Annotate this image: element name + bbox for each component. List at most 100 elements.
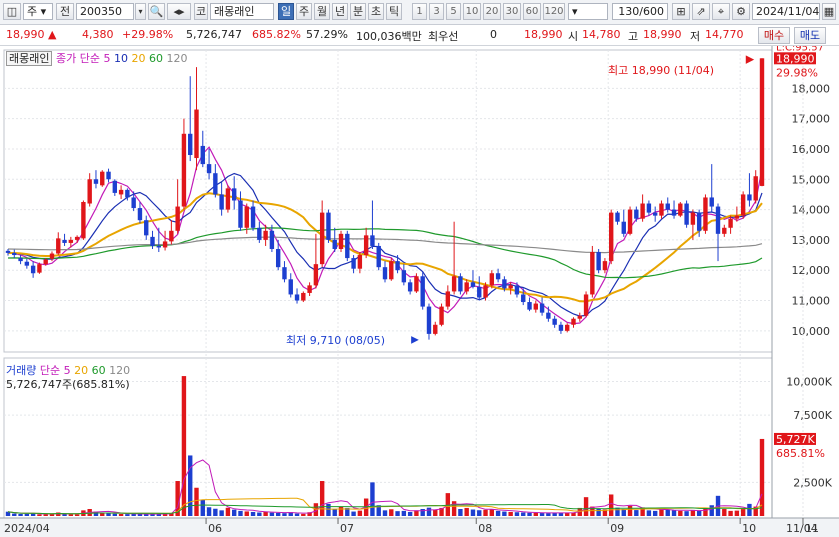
open-price: 14,780: [582, 28, 621, 41]
calendar-icon[interactable]: ▦: [822, 3, 836, 20]
market-type-value: 주: [27, 5, 38, 18]
candle-body: [93, 179, 99, 184]
interval-tab-1[interactable]: 3: [429, 3, 444, 20]
buy-button[interactable]: 매수: [758, 27, 790, 44]
change-rate: +29.98%: [122, 28, 174, 41]
price-chart[interactable]: 18,000 17,000 16,000 15,000 14,000 13,000 12,0…: [0, 46, 839, 537]
interval-tab-3[interactable]: 10: [463, 3, 481, 20]
volume-bar: [734, 510, 740, 516]
last-volume-tag-text: 5,727K: [776, 433, 815, 446]
volume-bar: [546, 513, 551, 516]
market-type-select[interactable]: 주 ▾: [23, 3, 53, 20]
price-tick-label: 13,000: [792, 234, 831, 247]
last-volume-rate-text: 685.81%: [776, 447, 825, 460]
ma60-legend: 60: [148, 52, 163, 65]
interval-tab-4[interactable]: 20: [483, 3, 501, 20]
date-field[interactable]: 2024/11/04: [752, 3, 820, 20]
period-tab-3[interactable]: 년: [332, 3, 348, 20]
sell-button[interactable]: 매도: [794, 27, 826, 44]
count-dropdown[interactable]: ▾: [568, 3, 608, 20]
candle-body: [370, 235, 375, 246]
candle-body: [533, 303, 538, 310]
candle-body: [445, 291, 451, 307]
volume-bar: [301, 513, 306, 516]
period-tab-5[interactable]: 초: [368, 3, 384, 20]
price-tick-label: 12,000: [792, 264, 831, 277]
volume-bar: [583, 497, 589, 516]
volume-value: 5,726,747주(685.81%): [6, 378, 130, 391]
candle-body: [508, 285, 513, 289]
window-menu-icon[interactable]: ◫: [3, 3, 21, 20]
volume-bar: [319, 481, 325, 516]
candle-body: [131, 197, 136, 209]
volume-bar: [596, 509, 601, 516]
stock-code-input[interactable]: 200350: [76, 3, 134, 20]
volume-bar: [18, 513, 23, 516]
search-icon[interactable]: 🔍: [148, 3, 165, 20]
x-axis-label: 09: [610, 522, 624, 535]
candle-body: [150, 236, 155, 246]
candle-body: [615, 212, 620, 222]
price-legend-stock-name[interactable]: 래몽래인: [6, 51, 53, 66]
x-axis-label: 2024/04: [4, 522, 50, 535]
grid-icon[interactable]: ⊞: [672, 3, 690, 20]
volume-bar: [263, 511, 268, 516]
volume-bar: [24, 513, 30, 516]
candle-body: [740, 194, 746, 216]
ma5-legend: 5: [103, 52, 111, 65]
interval-tab-5[interactable]: 30: [503, 3, 521, 20]
interval-tab-0[interactable]: 1: [412, 3, 427, 20]
volume-bar: [338, 506, 344, 516]
volume-bar: [275, 512, 281, 516]
candle-body: [332, 239, 337, 249]
interval-tab-7[interactable]: 120: [543, 3, 565, 20]
candle-body: [294, 294, 300, 301]
price-tick-label: 14,000: [792, 204, 831, 217]
candle-body: [338, 233, 344, 249]
volume-bar: [678, 510, 683, 516]
settings-gear-icon[interactable]: ⚙: [732, 3, 750, 20]
candle-body: [156, 245, 161, 248]
chart-tool-icon[interactable]: ⇗: [692, 3, 710, 20]
volume-bar: [74, 514, 80, 516]
interval-tab-6[interactable]: 60: [523, 3, 541, 20]
candle-body: [634, 209, 639, 219]
candle-body: [690, 212, 696, 225]
candle-body: [646, 203, 652, 213]
candle-body: [703, 197, 708, 231]
period-tab-6[interactable]: 틱: [386, 3, 402, 20]
high-annotation: 최고 18,990 (11/04): [608, 64, 715, 77]
candle-body: [602, 261, 608, 271]
period-tab-2[interactable]: 월: [314, 3, 330, 20]
interval-tab-2[interactable]: 5: [446, 3, 461, 20]
volume-bar: [257, 512, 262, 516]
candle-body: [583, 294, 589, 316]
count-field[interactable]: 130/600: [612, 3, 668, 20]
candle-body: [194, 109, 199, 159]
candle-body: [169, 230, 174, 242]
stock-name-field[interactable]: 래몽래인: [210, 3, 274, 20]
ma120-legend: 120: [166, 52, 188, 65]
last-rate-text: 29.98%: [776, 66, 818, 79]
period-tab-0[interactable]: 일: [278, 3, 294, 20]
price-tick-label: 15,000: [792, 173, 831, 186]
speaker-icon[interactable]: ◂▸: [167, 3, 191, 20]
volume-bar: [709, 505, 714, 516]
candle-body: [734, 215, 740, 219]
candle-body: [521, 294, 526, 303]
candle-body: [433, 324, 438, 334]
volume-bar: [282, 513, 287, 516]
high-arrow-icon: ▶: [746, 52, 755, 65]
code-label-button[interactable]: 전: [56, 3, 74, 20]
draw-icon[interactable]: ⌖: [712, 3, 730, 20]
price-legend: 래몽래인 종가 단순 5 10 20 60 120: [6, 50, 187, 66]
candle-body: [24, 261, 30, 266]
candle-body: [514, 285, 520, 295]
candle-body: [319, 212, 325, 265]
period-tab-1[interactable]: 주: [296, 3, 312, 20]
candle-body: [12, 252, 17, 256]
period-tab-4[interactable]: 분: [350, 3, 366, 20]
candle-body: [759, 58, 765, 186]
code-dropdown-icon[interactable]: ▾: [135, 3, 146, 20]
candle-body: [363, 235, 369, 256]
